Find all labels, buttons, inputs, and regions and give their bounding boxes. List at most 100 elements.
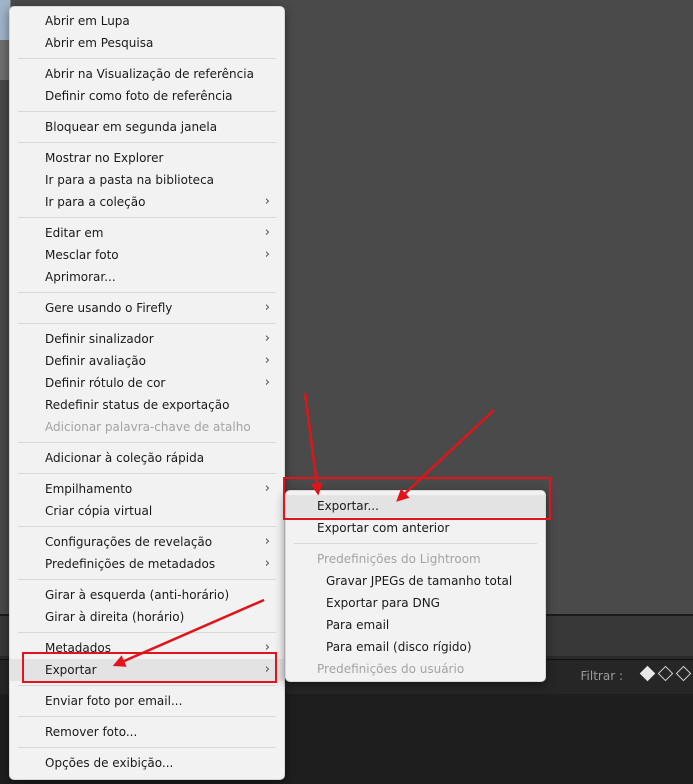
menu-item-abrir-na-visualizacao-de-referencia[interactable]: Abrir na Visualização de referência (10, 63, 284, 85)
menu-item-bloquear-em-segunda-janela[interactable]: Bloquear em segunda janela (10, 116, 284, 138)
menu-item-label: Para email (326, 618, 390, 632)
menu-item-configuracoes-de-revelacao[interactable]: Configurações de revelação › (10, 531, 284, 553)
menu-item-label: Remover foto... (45, 725, 138, 739)
menu-item-label: Metadados (45, 641, 111, 655)
chevron-right-icon: › (264, 481, 270, 496)
menu-item-label: Enviar foto por email... (45, 694, 183, 708)
menu-item-label: Adicionar palavra-chave de atalho (45, 420, 251, 434)
menu-item-label: Bloquear em segunda janela (45, 120, 218, 134)
chevron-right-icon: › (264, 225, 270, 240)
menu-item-criar-copia-virtual[interactable]: Criar cópia virtual (10, 500, 284, 522)
submenu-item-predefinicoes-do-usuario: Predefinições do usuário (286, 658, 545, 680)
submenu-item-para-email-disco-rigido[interactable]: Para email (disco rígido) (286, 636, 545, 658)
menu-separator (18, 747, 276, 748)
menu-item-label: Predefinições do Lightroom (317, 552, 481, 566)
menu-item-enviar-foto-por-email[interactable]: Enviar foto por email... (10, 690, 284, 712)
menu-item-label: Girar à direita (horário) (45, 610, 185, 624)
menu-item-mostrar-no-explorer[interactable]: Mostrar no Explorer (10, 147, 284, 169)
menu-item-opcoes-de-exibicao[interactable]: Opções de exibição... (10, 752, 284, 774)
menu-item-label: Exportar (45, 663, 97, 677)
context-menu: Abrir em Lupa Abrir em Pesquisa Abrir na V… (9, 6, 285, 780)
menu-separator (18, 526, 276, 527)
submenu-item-para-email[interactable]: Para email (286, 614, 545, 636)
submenu-item-gravar-jpegs-de-tamanho-total[interactable]: Gravar JPEGs de tamanho total (286, 570, 545, 592)
menu-item-label: Gere usando o Firefly (45, 301, 173, 315)
menu-item-adicionar-a-colecao-rapida[interactable]: Adicionar à coleção rápida (10, 447, 284, 469)
menu-item-exportar[interactable]: Exportar › (10, 659, 284, 681)
menu-item-label: Gravar JPEGs de tamanho total (326, 574, 513, 588)
menu-item-label: Definir sinalizador (45, 332, 154, 346)
menu-item-label: Ir para a coleção (45, 195, 146, 209)
menu-item-label: Exportar... (317, 499, 379, 513)
menu-item-label: Empilhamento (45, 482, 133, 496)
export-submenu: Exportar... Exportar com anterior Predefin… (285, 490, 546, 682)
menu-item-label: Definir como foto de referência (45, 89, 233, 103)
menu-item-ir-para-a-pasta-na-biblioteca[interactable]: Ir para a pasta na biblioteca (10, 169, 284, 191)
menu-separator (18, 58, 276, 59)
menu-item-label: Abrir na Visualização de referência (45, 67, 254, 81)
menu-item-label: Redefinir status de exportação (45, 398, 230, 412)
menu-item-aprimorar[interactable]: Aprimorar... (10, 266, 284, 288)
menu-item-definir-sinalizador[interactable]: Definir sinalizador › (10, 328, 284, 350)
menu-item-label: Mesclar foto (45, 248, 119, 262)
filter-label: Filtrar : (580, 669, 623, 683)
menu-item-girar-a-direita-horario[interactable]: Girar à direita (horário) (10, 606, 284, 628)
menu-item-label: Definir avaliação (45, 354, 146, 368)
menu-item-girar-a-esquerda-anti-horario[interactable]: Girar à esquerda (anti-horário) (10, 584, 284, 606)
menu-item-label: Editar em (45, 226, 104, 240)
menu-separator (18, 579, 276, 580)
menu-separator (18, 685, 276, 686)
menu-item-empilhamento[interactable]: Empilhamento › (10, 478, 284, 500)
menu-item-metadados[interactable]: Metadados › (10, 637, 284, 659)
menu-item-label: Predefinições do usuário (317, 662, 465, 676)
menu-item-mesclar-foto[interactable]: Mesclar foto › (10, 244, 284, 266)
submenu-item-exportar[interactable]: Exportar... (286, 495, 545, 517)
menu-separator (18, 111, 276, 112)
menu-separator (294, 543, 537, 544)
menu-item-definir-avaliacao[interactable]: Definir avaliação › (10, 350, 284, 372)
menu-separator (18, 442, 276, 443)
chevron-right-icon: › (264, 331, 270, 346)
menu-item-label: Exportar com anterior (317, 521, 450, 535)
chevron-right-icon: › (264, 640, 270, 655)
menu-item-label: Predefinições de metadados (45, 557, 216, 571)
menu-item-label: Para email (disco rígido) (326, 640, 472, 654)
menu-item-adicionar-palavra-chave-de-atalho: Adicionar palavra-chave de atalho (10, 416, 284, 438)
chevron-right-icon: › (264, 353, 270, 368)
menu-item-definir-rotulo-de-cor[interactable]: Definir rótulo de cor › (10, 372, 284, 394)
menu-separator (18, 473, 276, 474)
menu-item-predefinicoes-de-metadados[interactable]: Predefinições de metadados › (10, 553, 284, 575)
menu-item-label: Abrir em Pesquisa (45, 36, 154, 50)
menu-separator (18, 142, 276, 143)
menu-separator (18, 217, 276, 218)
menu-separator (18, 323, 276, 324)
menu-item-remover-foto[interactable]: Remover foto... (10, 721, 284, 743)
menu-separator (18, 716, 276, 717)
menu-item-label: Ir para a pasta na biblioteca (45, 173, 215, 187)
menu-item-label: Abrir em Lupa (45, 14, 130, 28)
menu-item-editar-em[interactable]: Editar em › (10, 222, 284, 244)
menu-item-label: Opções de exibição... (45, 756, 174, 770)
menu-separator (18, 292, 276, 293)
submenu-item-exportar-com-anterior[interactable]: Exportar com anterior (286, 517, 545, 539)
chevron-right-icon: › (264, 194, 270, 209)
menu-item-redefinir-status-de-exportacao[interactable]: Redefinir status de exportação (10, 394, 284, 416)
menu-item-abrir-em-pesquisa[interactable]: Abrir em Pesquisa (10, 32, 284, 54)
menu-item-ir-para-a-colecao[interactable]: Ir para a coleção › (10, 191, 284, 213)
menu-item-label: Girar à esquerda (anti-horário) (45, 588, 230, 602)
chevron-right-icon: › (264, 247, 270, 262)
menu-item-label: Mostrar no Explorer (45, 151, 164, 165)
menu-item-gere-usando-o-firefly[interactable]: Gere usando o Firefly › (10, 297, 284, 319)
menu-item-definir-como-foto-de-referencia[interactable]: Definir como foto de referência (10, 85, 284, 107)
chevron-right-icon: › (264, 534, 270, 549)
menu-item-label: Aprimorar... (45, 270, 116, 284)
menu-item-label: Adicionar à coleção rápida (45, 451, 205, 465)
chevron-right-icon: › (264, 375, 270, 390)
submenu-item-exportar-para-dng[interactable]: Exportar para DNG (286, 592, 545, 614)
menu-item-label: Definir rótulo de cor (45, 376, 166, 390)
menu-item-abrir-em-lupa[interactable]: Abrir em Lupa (10, 10, 284, 32)
menu-item-label: Exportar para DNG (326, 596, 440, 610)
menu-item-label: Configurações de revelação (45, 535, 213, 549)
chevron-right-icon: › (264, 556, 270, 571)
chevron-right-icon: › (264, 300, 270, 315)
